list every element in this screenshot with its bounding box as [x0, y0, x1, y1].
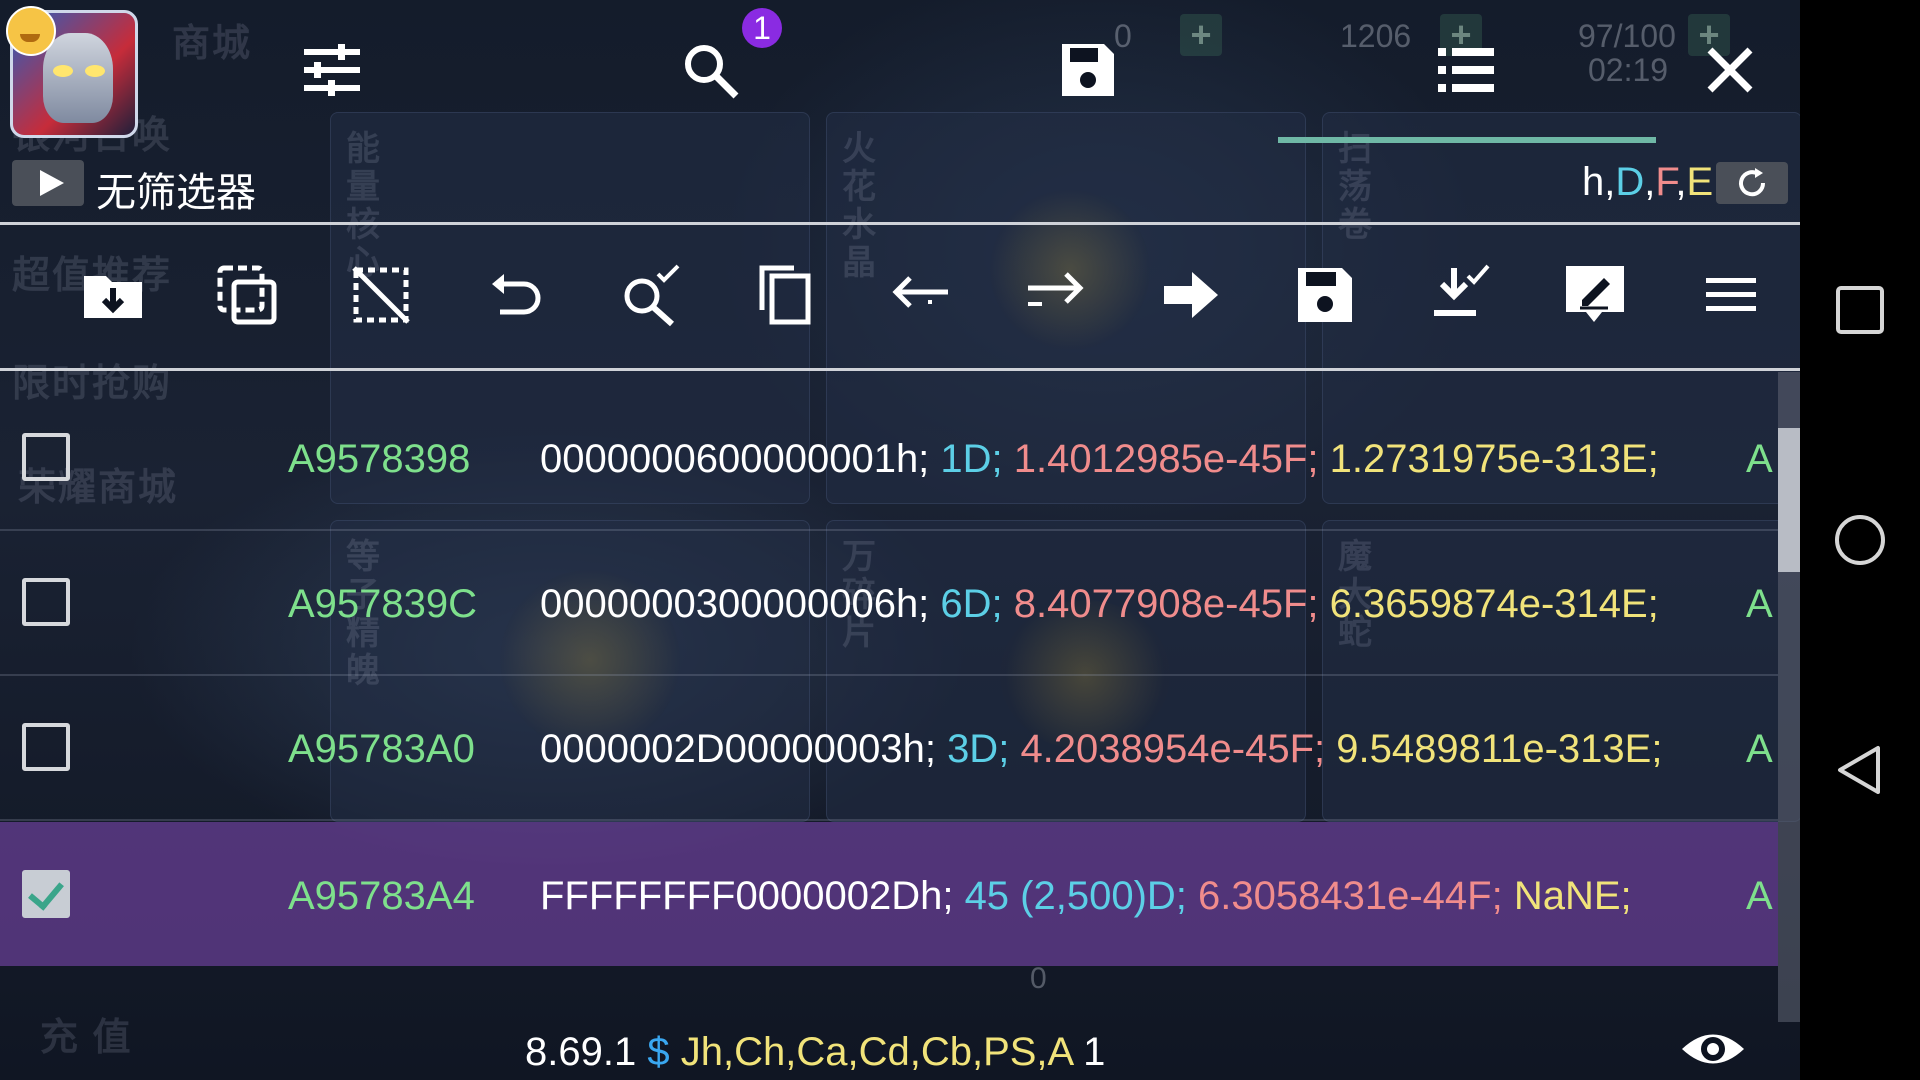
row-float-value: 4.2038954e-45F; — [1020, 727, 1326, 771]
divider — [0, 368, 1800, 371]
row-checkbox-checked[interactable] — [22, 870, 70, 918]
filter-sliders-icon[interactable] — [300, 38, 364, 102]
row-hex-value: FFFFFFFF0000002Dh; 45 (2,500)D; 6.305843… — [540, 874, 1632, 918]
row-type-a: A — [1746, 582, 1773, 626]
row-hex-value: 0000000600000001h; 1D; 1.4012985e-45F; 1… — [540, 437, 1659, 481]
result-row[interactable]: A9578398 0000000600000001h; 1D; 1.401298… — [0, 385, 1778, 531]
result-row[interactable]: A95783A0 0000002D00000003h; 3D; 4.203895… — [0, 675, 1778, 821]
arrow-right-double-icon[interactable] — [1022, 262, 1088, 328]
active-tab-indicator — [1278, 137, 1656, 143]
list-icon[interactable] — [1434, 38, 1498, 102]
divider — [0, 222, 1800, 225]
row-float-value: 8.4077908e-45F; — [1013, 582, 1319, 626]
search-icon[interactable] — [678, 38, 742, 102]
row-hex-value: 0000000300000006h; 6D; 8.4077908e-45F; 6… — [540, 582, 1659, 626]
bg-energy: 97/100 — [1578, 18, 1676, 54]
search-check-icon[interactable] — [618, 262, 684, 328]
row-checkbox[interactable] — [22, 578, 70, 626]
row-double-value: NaNE; — [1513, 874, 1632, 918]
row-checkbox[interactable] — [22, 723, 70, 771]
hero-face-image — [43, 33, 113, 123]
result-row[interactable]: A957839C 0000000300000006h; 6D; 8.407790… — [0, 530, 1778, 676]
refresh-button[interactable] — [1716, 162, 1788, 204]
row-double-value: 9.5489811e-313E; — [1336, 727, 1663, 771]
result-row-selected[interactable]: A95783A4 FFFFFFFF0000002Dh; 45 (2,500)D;… — [0, 822, 1778, 966]
download-check-icon[interactable] — [1428, 262, 1494, 328]
bg-item-name: 能量核心 — [346, 130, 380, 282]
save-icon[interactable] — [1056, 38, 1120, 102]
row-float-value: 1.4012985e-45F; — [1013, 437, 1319, 481]
row-double-value: 6.3659874e-314E; — [1329, 582, 1659, 626]
home-icon[interactable] — [1832, 512, 1888, 568]
scrollbar-thumb[interactable] — [1778, 428, 1800, 572]
bg-timer: 02:19 — [1588, 52, 1669, 88]
close-icon[interactable] — [1698, 38, 1762, 102]
row-hex-value: 0000002D00000003h; 3D; 4.2038954e-45F; 9… — [540, 727, 1663, 771]
row-dword-value: 1D; — [940, 437, 1003, 481]
save-icon[interactable] — [1292, 262, 1358, 328]
select-region-icon[interactable] — [214, 262, 280, 328]
row-address: A9578398 — [288, 437, 471, 481]
refresh-icon — [1739, 168, 1766, 197]
bg-item-name: 火花水晶 — [842, 130, 876, 282]
play-filter-button[interactable] — [12, 160, 84, 206]
menu-icon[interactable] — [1698, 262, 1764, 328]
row-type-a: A — [1746, 437, 1773, 481]
row-checkbox[interactable] — [22, 433, 70, 481]
smiley-icon — [6, 6, 56, 56]
bg-gold-count: 1206 — [1340, 18, 1412, 54]
undo-icon[interactable] — [484, 262, 550, 328]
bg-recharge: 充 值 — [40, 1017, 133, 1059]
row-type-a: A — [1746, 874, 1773, 918]
bg-item-name: 扫荡卷 — [1338, 130, 1372, 244]
value-types-label[interactable]: h,D,F,E — [1582, 160, 1713, 205]
memory-regions: Jh,Ch,Ca,Cd,Cb,PS,A — [680, 1030, 1073, 1074]
version-text: 8.69.1 — [525, 1030, 637, 1074]
dollar-sign: $ — [647, 1030, 670, 1074]
edit-icon[interactable] — [1562, 262, 1628, 328]
eye-icon[interactable] — [1680, 1024, 1746, 1074]
android-nav-bar — [1800, 0, 1920, 1080]
row-float-value: 6.3058431e-44F; — [1198, 874, 1503, 918]
filter-label[interactable]: 无筛选器 — [96, 160, 256, 218]
deselect-icon[interactable] — [348, 262, 414, 328]
row-double-value: 1.2731975e-313E; — [1329, 437, 1659, 481]
row-dword-value: 3D; — [947, 727, 1010, 771]
arrow-left-icon[interactable] — [888, 262, 954, 328]
row-type-a: A — [1746, 727, 1773, 771]
bg-add-gems: + — [1180, 14, 1222, 56]
search-result-badge: 1 — [742, 8, 782, 48]
row-address: A957839C — [288, 582, 478, 626]
import-icon[interactable] — [80, 262, 146, 328]
row-address: A95783A4 — [288, 874, 475, 918]
status-bar: 8.69.1 $ Jh,Ch,Ca,Cd,Cb,PS,A 1 — [525, 1030, 1105, 1075]
recent-apps-icon[interactable] — [1832, 282, 1888, 338]
arrow-right-icon[interactable] — [1158, 262, 1224, 328]
bg-shop-title: 商城 — [172, 23, 253, 65]
bg-coin-count: 0 — [1030, 962, 1047, 995]
row-address: A95783A0 — [288, 727, 475, 771]
row-dword-value: 6D; — [940, 582, 1003, 626]
result-count: 1 — [1083, 1030, 1106, 1074]
back-icon[interactable] — [1832, 742, 1888, 798]
copy-icon[interactable] — [752, 262, 818, 328]
row-dword-value: 45 (2,500)D; — [964, 874, 1187, 918]
